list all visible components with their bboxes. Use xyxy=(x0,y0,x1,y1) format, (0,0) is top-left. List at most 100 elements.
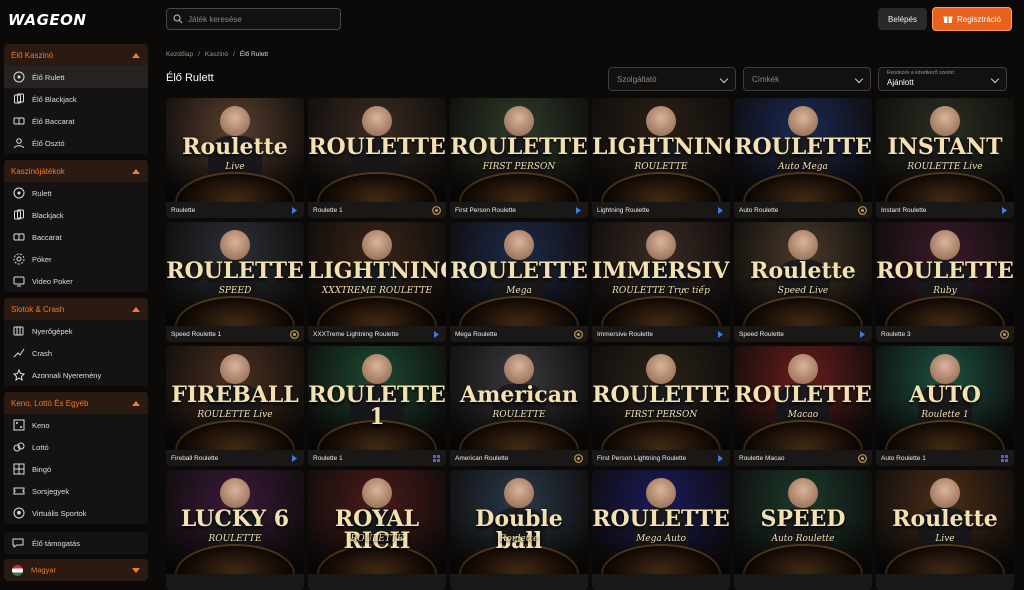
sidebar-item[interactable]: Élő Osztó xyxy=(4,132,148,154)
search-input[interactable] xyxy=(188,14,338,24)
sidebar-item[interactable]: Élő Baccarat xyxy=(4,110,148,132)
brand-logo[interactable]: WAGEON xyxy=(8,11,86,29)
sidebar-item[interactable]: Blackjack xyxy=(4,204,148,226)
live-support-button[interactable]: Élő támogatás xyxy=(4,532,148,554)
game-thumbnail[interactable]: Double ball Roulette xyxy=(450,470,588,574)
game-card[interactable]: ROULETTE FIRST PERSON First Person Lightni… xyxy=(592,346,730,466)
login-button[interactable]: Belépés xyxy=(878,8,927,30)
sidebar-section: Slotok & Crash Nyerőgépek Crash Azonnali Ny… xyxy=(4,298,148,386)
language-label: Magyar xyxy=(31,564,57,574)
game-name: Instant Roulette xyxy=(881,206,927,214)
sidebar-section-title: Slotok & Crash xyxy=(11,304,65,314)
game-art-title: FIREBALL xyxy=(171,382,299,408)
game-card[interactable]: ROULETTE Ruby Roulette 3 xyxy=(876,222,1014,342)
game-card[interactable]: FIREBALL ROULETTE Live Fireball Roulette xyxy=(166,346,304,466)
pragmatic-provider-icon xyxy=(574,453,583,463)
sidebar-item[interactable]: Nyerőgépek xyxy=(4,320,148,342)
game-thumbnail[interactable]: ROULETTE FIRST PERSON xyxy=(592,346,730,450)
sidebar-section-header[interactable]: Keno, Lottó És Egyéb xyxy=(4,392,148,414)
game-card[interactable]: ROULETTE Mega Auto xyxy=(592,470,730,590)
game-thumbnail[interactable]: ROULETTE Ruby xyxy=(876,222,1014,326)
game-thumbnail[interactable]: ROULETTE 1 xyxy=(308,346,446,450)
instant-win-icon xyxy=(12,369,25,382)
game-card[interactable]: SPEED Auto Roulette xyxy=(734,470,872,590)
search-box[interactable] xyxy=(166,8,341,30)
game-thumbnail[interactable]: AUTO Roulette 1 xyxy=(876,346,1014,450)
game-card[interactable]: ROULETTE 1 Roulette 1 xyxy=(308,346,446,466)
sidebar-item[interactable]: Virtuális Sportok xyxy=(4,502,148,524)
game-card[interactable]: IMMERSIVE ROULETTE Trực tiếp Immersive Rou… xyxy=(592,222,730,342)
game-card[interactable]: ROYAL RICH ROULETTE xyxy=(308,470,446,590)
game-art-title: Roulette xyxy=(182,134,288,160)
sidebar-item[interactable]: Élő Blackjack xyxy=(4,88,148,110)
game-thumbnail[interactable]: ROULETTE Mega Auto xyxy=(592,470,730,574)
game-name: Auto Roulette 1 xyxy=(881,454,926,462)
game-thumbnail[interactable]: SPEED Auto Roulette xyxy=(734,470,872,574)
game-art-subtitle: FIRST PERSON xyxy=(624,410,698,420)
sort-dropdown[interactable]: Rendezés a következő szerint: Ajánlott xyxy=(878,67,1007,91)
game-card[interactable]: LUCKY 6 ROULETTE xyxy=(166,470,304,590)
game-thumbnail[interactable]: LUCKY 6 ROULETTE xyxy=(166,470,304,574)
breadcrumb-casino[interactable]: Kaszinó xyxy=(205,51,228,58)
game-card[interactable]: ROULETTE SPEED Speed Roulette 1 xyxy=(166,222,304,342)
game-card[interactable]: Double ball Roulette xyxy=(450,470,588,590)
game-card[interactable]: LIGHTNING ROULETTE Lightning Roulette xyxy=(592,98,730,218)
evolution-provider-icon xyxy=(716,454,725,463)
game-art-title: ROULETTE xyxy=(450,258,588,284)
game-thumbnail[interactable]: ROULETTE Macao xyxy=(734,346,872,450)
sidebar-item[interactable]: Élő Rulett xyxy=(4,66,148,88)
game-thumbnail[interactable]: American ROULETTE xyxy=(450,346,588,450)
game-card[interactable]: Roulette Live Roulette xyxy=(166,98,304,218)
game-thumbnail[interactable]: ROULETTE Auto Mega xyxy=(734,98,872,202)
game-card[interactable]: Roulette Live xyxy=(876,470,1014,590)
lotto-icon xyxy=(12,441,25,454)
sidebar-item[interactable]: Lottó xyxy=(4,436,148,458)
game-thumbnail[interactable]: Roulette Live xyxy=(166,98,304,202)
game-card[interactable]: ROULETTE FIRST PERSON First Person Roulett… xyxy=(450,98,588,218)
game-art-title: ROYAL RICH xyxy=(334,506,420,554)
register-button[interactable]: Regisztráció xyxy=(932,7,1012,31)
language-selector[interactable]: Magyar xyxy=(4,559,148,581)
sidebar-item[interactable]: Sorsjegyek xyxy=(4,480,148,502)
sidebar-item[interactable]: Póker xyxy=(4,248,148,270)
game-thumbnail[interactable]: LIGHTNING ROULETTE xyxy=(592,98,730,202)
game-card[interactable]: ROULETTE Roulette 1 xyxy=(308,98,446,218)
provider-dropdown[interactable]: Szolgáltató xyxy=(608,67,736,91)
breadcrumb-home[interactable]: Kezdőlap xyxy=(166,51,193,58)
tags-dropdown[interactable]: Címkék xyxy=(743,67,871,91)
sidebar-item[interactable]: Keno xyxy=(4,414,148,436)
game-thumbnail[interactable]: Roulette Live xyxy=(876,470,1014,574)
sidebar-item[interactable]: Azonnali Nyeremény xyxy=(4,364,148,386)
sidebar-item[interactable]: Rulett xyxy=(4,182,148,204)
sidebar-item[interactable]: Baccarat xyxy=(4,226,148,248)
game-card[interactable]: LIGHTNING XXXTREME ROULETTE XXXTreme Light… xyxy=(308,222,446,342)
game-art-subtitle: Ruby xyxy=(933,286,957,296)
game-card[interactable]: ROULETTE Auto Mega Auto Roulette xyxy=(734,98,872,218)
game-thumbnail[interactable]: IMMERSIVE ROULETTE Trực tiếp xyxy=(592,222,730,326)
sidebar-item[interactable]: Bingó xyxy=(4,458,148,480)
game-thumbnail[interactable]: ROULETTE FIRST PERSON xyxy=(450,98,588,202)
game-card[interactable]: American ROULETTE American Roulette xyxy=(450,346,588,466)
game-thumbnail[interactable]: Roulette Speed Live xyxy=(734,222,872,326)
game-card[interactable]: ROULETTE Mega Mega Roulette xyxy=(450,222,588,342)
game-card[interactable]: ROULETTE Macao Roulette Macao xyxy=(734,346,872,466)
game-card[interactable]: AUTO Roulette 1 Auto Roulette 1 xyxy=(876,346,1014,466)
sidebar-section-header[interactable]: Kaszinójátékok xyxy=(4,160,148,182)
game-thumbnail[interactable]: LIGHTNING XXXTREME ROULETTE xyxy=(308,222,446,326)
sidebar-section: Keno, Lottó És Egyéb Keno Lottó Bingó Sorsje… xyxy=(4,392,148,524)
keno-icon xyxy=(12,419,25,432)
game-thumbnail[interactable]: ROULETTE xyxy=(308,98,446,202)
sidebar-item[interactable]: Crash xyxy=(4,342,148,364)
baccarat-icon xyxy=(12,231,25,244)
game-thumbnail[interactable]: ROULETTE SPEED xyxy=(166,222,304,326)
game-card[interactable]: INSTANT ROULETTE Live Instant Roulette xyxy=(876,98,1014,218)
sidebar-section-header[interactable]: Élő Kaszinó xyxy=(4,44,148,66)
game-thumbnail[interactable]: INSTANT ROULETTE Live xyxy=(876,98,1014,202)
game-thumbnail[interactable]: ROYAL RICH ROULETTE xyxy=(308,470,446,574)
game-thumbnail[interactable]: ROULETTE Mega xyxy=(450,222,588,326)
sidebar-item[interactable]: Video Poker xyxy=(4,270,148,292)
game-card[interactable]: Roulette Speed Live Speed Roulette xyxy=(734,222,872,342)
game-thumbnail[interactable]: FIREBALL ROULETTE Live xyxy=(166,346,304,450)
game-grid: Roulette Live Roulette ROULETTE Roulette 1 RO… xyxy=(166,98,1014,590)
sidebar-section-header[interactable]: Slotok & Crash xyxy=(4,298,148,320)
